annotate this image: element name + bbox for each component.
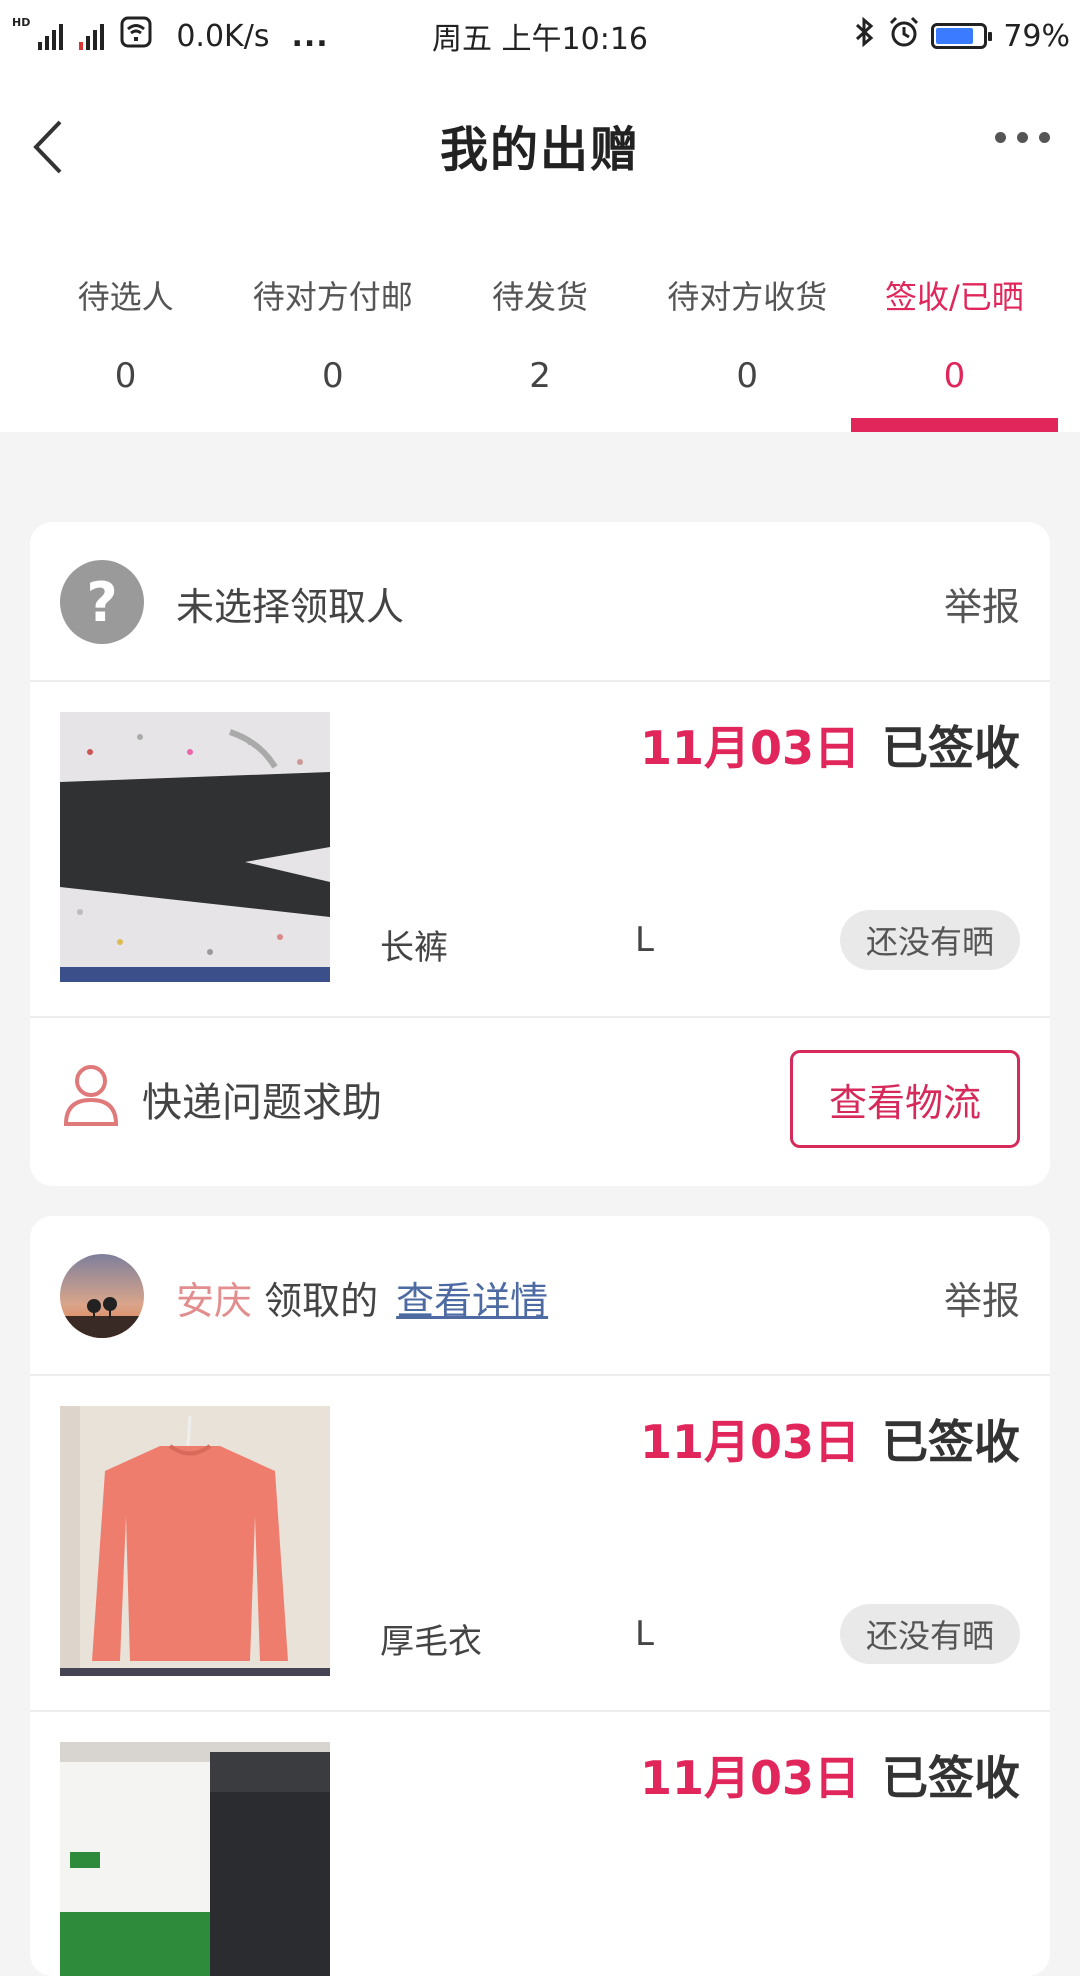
tab-count: 0 (321, 356, 344, 396)
tab-count: 2 (529, 356, 551, 396)
tab-pending-receipt[interactable]: 待对方收货 0 (644, 220, 851, 432)
tab-label: 待发货 (492, 278, 589, 316)
tab-pending-shipment[interactable]: 待发货 2 (436, 220, 643, 432)
courier-help-link[interactable]: 快递问题求助 (142, 1070, 382, 1128)
report-button[interactable]: 举报 (944, 1270, 1020, 1325)
view-logistics-button[interactable]: 查看物流 (790, 1050, 1020, 1148)
status-right: 79% (853, 0, 1070, 72)
item-photo-pants (60, 712, 330, 982)
signed-date: 11月03日 已签收 (640, 1406, 1020, 1472)
tab-label: 待选人 (77, 278, 174, 316)
battery-icon (931, 23, 993, 49)
item-status: 已签收 (882, 1415, 1020, 1469)
signed-date: 11月03日 已签收 (640, 1742, 1020, 1808)
tab-label: 待对方付邮 (252, 278, 413, 316)
gift-card: ? 未选择领取人 举报 11月03日 已签收 长裤 L 还没有晒 快递问题求助 查 (30, 522, 1050, 1186)
item-date: 11月03日 (639, 721, 860, 775)
tab-label: 待对方收货 (667, 278, 828, 316)
item-size: L (635, 920, 654, 960)
tab-pending-select[interactable]: 待选人 0 (22, 220, 229, 432)
gift-item[interactable]: 11月03日 已签收 厚毛衣 L 还没有晒 (30, 1376, 1050, 1712)
item-photo-cream (60, 1742, 330, 1976)
status-tabs: 待选人 0 待对方付邮 0 待发货 2 待对方收货 0 签收/已晒 0 (0, 220, 1080, 432)
report-button[interactable]: 举报 (944, 576, 1020, 631)
item-photo-sweater (60, 1406, 330, 1676)
item-date: 11月03日 (639, 1415, 860, 1469)
more-options-icon[interactable] (995, 132, 1050, 143)
battery-percent: 79% (1003, 18, 1070, 54)
item-status: 已签收 (882, 721, 1020, 775)
person-icon (62, 1062, 120, 1128)
question-avatar-icon: ? (60, 560, 144, 644)
card-header: 安庆 领取的 查看详情 举报 (30, 1216, 1050, 1376)
item-size: L (635, 1614, 654, 1654)
card-actions: 快递问题求助 查看物流 (30, 1018, 1050, 1186)
tab-count: 0 (943, 356, 966, 396)
view-details-link[interactable]: 查看详情 (396, 1279, 548, 1323)
page-title: 我的出赠 (439, 122, 640, 178)
active-tab-indicator (850, 418, 1059, 432)
tab-count: 0 (736, 356, 759, 396)
item-name: 厚毛衣 (380, 1622, 482, 1662)
recipient-status: 未选择领取人 (176, 585, 405, 629)
item-status: 已签收 (882, 1751, 1020, 1805)
recipient-city: 安庆 (176, 1279, 253, 1323)
tab-signed-shown[interactable]: 签收/已晒 0 (850, 220, 1059, 432)
bluetooth-icon (853, 16, 877, 56)
gift-item[interactable]: 11月03日 已签收 长裤 L 还没有晒 (30, 682, 1050, 1018)
claimed-label: 领取的 (252, 1279, 379, 1323)
signed-date: 11月03日 已签收 (640, 712, 1020, 778)
not-shown-badge: 还没有晒 (839, 910, 1020, 970)
tab-count: 0 (114, 356, 137, 396)
gift-card: 安庆 领取的 查看详情 举报 11月03日 已签收 厚毛衣 L 还没有晒 11月… (30, 1216, 1050, 1976)
status-bar: HD 0.0K/s ... 周五 上午10:16 79% (0, 0, 1080, 72)
gift-item[interactable]: 11月03日 已签收 (30, 1712, 1050, 1976)
recipient-info: 安庆 领取的 查看详情 (176, 1270, 548, 1325)
recipient-avatar[interactable] (60, 1254, 144, 1338)
item-name: 长裤 (380, 928, 448, 968)
alarm-icon (887, 15, 921, 57)
item-date: 11月03日 (639, 1751, 860, 1805)
header: 我的出赠 (0, 72, 1080, 220)
tab-label: 签收/已晒 (885, 278, 1024, 316)
not-shown-badge: 还没有晒 (839, 1604, 1020, 1664)
tab-pending-postage[interactable]: 待对方付邮 0 (229, 220, 436, 432)
card-header: ? 未选择领取人 举报 (30, 522, 1050, 682)
